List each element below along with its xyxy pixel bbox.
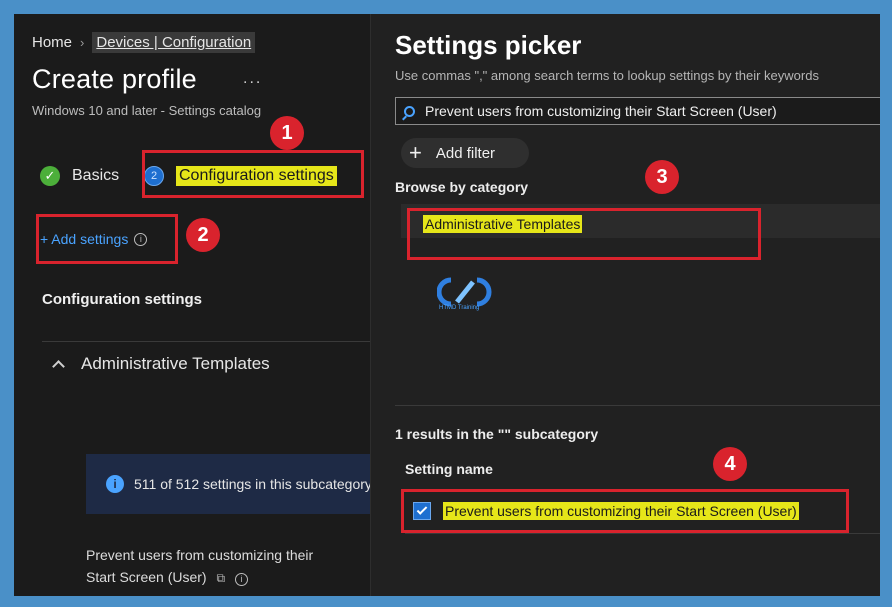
- divider: [395, 405, 880, 406]
- callout-box-3: [407, 208, 761, 260]
- step-basics-label: Basics: [72, 167, 120, 184]
- callout-box-4: [401, 489, 849, 533]
- add-filter-button[interactable]: + Add filter: [401, 138, 529, 168]
- setting-name-line1: Prevent users from customizing their: [86, 547, 314, 563]
- settings-picker-subtitle: Use commas "," among search terms to loo…: [395, 68, 819, 83]
- breadcrumb-devices-configuration[interactable]: Devices | Configuration: [92, 31, 256, 53]
- page-title: Create profile: [32, 64, 197, 94]
- callout-badge-2: 2: [186, 218, 220, 252]
- checkmark-icon: ✓: [40, 166, 60, 186]
- profile-pane: Home › Devices | Configuration Create pr…: [14, 14, 370, 596]
- settings-picker-title: Settings picker: [395, 30, 582, 60]
- divider: [405, 533, 880, 534]
- setting-name-line2: Start Screen (User): [86, 569, 207, 585]
- more-options-icon[interactable]: ...: [243, 70, 262, 88]
- info-bar-text: 511 of 512 settings in this subcategory …: [134, 476, 370, 492]
- chevron-right-icon: ›: [80, 34, 85, 50]
- search-input[interactable]: Prevent users from customizing their Sta…: [395, 97, 880, 125]
- administrative-templates-group[interactable]: Administrative Templates: [52, 354, 270, 374]
- chevron-up-icon: [52, 359, 65, 373]
- breadcrumb: Home › Devices | Configuration: [32, 30, 256, 54]
- app-window: Home › Devices | Configuration Create pr…: [14, 14, 880, 596]
- search-value: Prevent users from customizing their Sta…: [425, 103, 777, 119]
- step-basics[interactable]: ✓ Basics: [40, 166, 119, 186]
- search-icon: [404, 105, 415, 117]
- user-scope-icon: ⧉: [216, 571, 226, 585]
- callout-box-2: [36, 214, 178, 264]
- info-icon: i: [106, 475, 124, 493]
- plus-icon: +: [409, 140, 422, 165]
- breadcrumb-home[interactable]: Home: [32, 34, 72, 51]
- callout-badge-3: 3: [645, 160, 679, 194]
- callout-badge-4: 4: [713, 447, 747, 481]
- settings-info-bar: i 511 of 512 settings in this subcategor…: [86, 454, 370, 514]
- settings-picker-pane: Settings picker Use commas "," among sea…: [370, 14, 880, 596]
- callout-badge-1: 1: [270, 116, 304, 150]
- add-filter-label: Add filter: [435, 144, 496, 162]
- column-header-setting-name[interactable]: Setting name: [405, 461, 493, 477]
- results-count: 1 results in the "" subcategory: [395, 426, 599, 442]
- page-subtitle: Windows 10 and later - Settings catalog: [32, 103, 262, 118]
- info-icon[interactable]: i: [234, 572, 248, 586]
- divider: [42, 341, 370, 342]
- htmd-logo: [437, 277, 492, 307]
- logo-text: HTMD Training: [439, 305, 480, 311]
- callout-box-1: [142, 150, 364, 198]
- configured-setting: Prevent users from customizing their Sta…: [86, 544, 366, 589]
- group-label: Administrative Templates: [81, 354, 270, 373]
- browse-by-category-heading: Browse by category: [395, 179, 529, 195]
- configuration-settings-heading: Configuration settings: [42, 291, 202, 308]
